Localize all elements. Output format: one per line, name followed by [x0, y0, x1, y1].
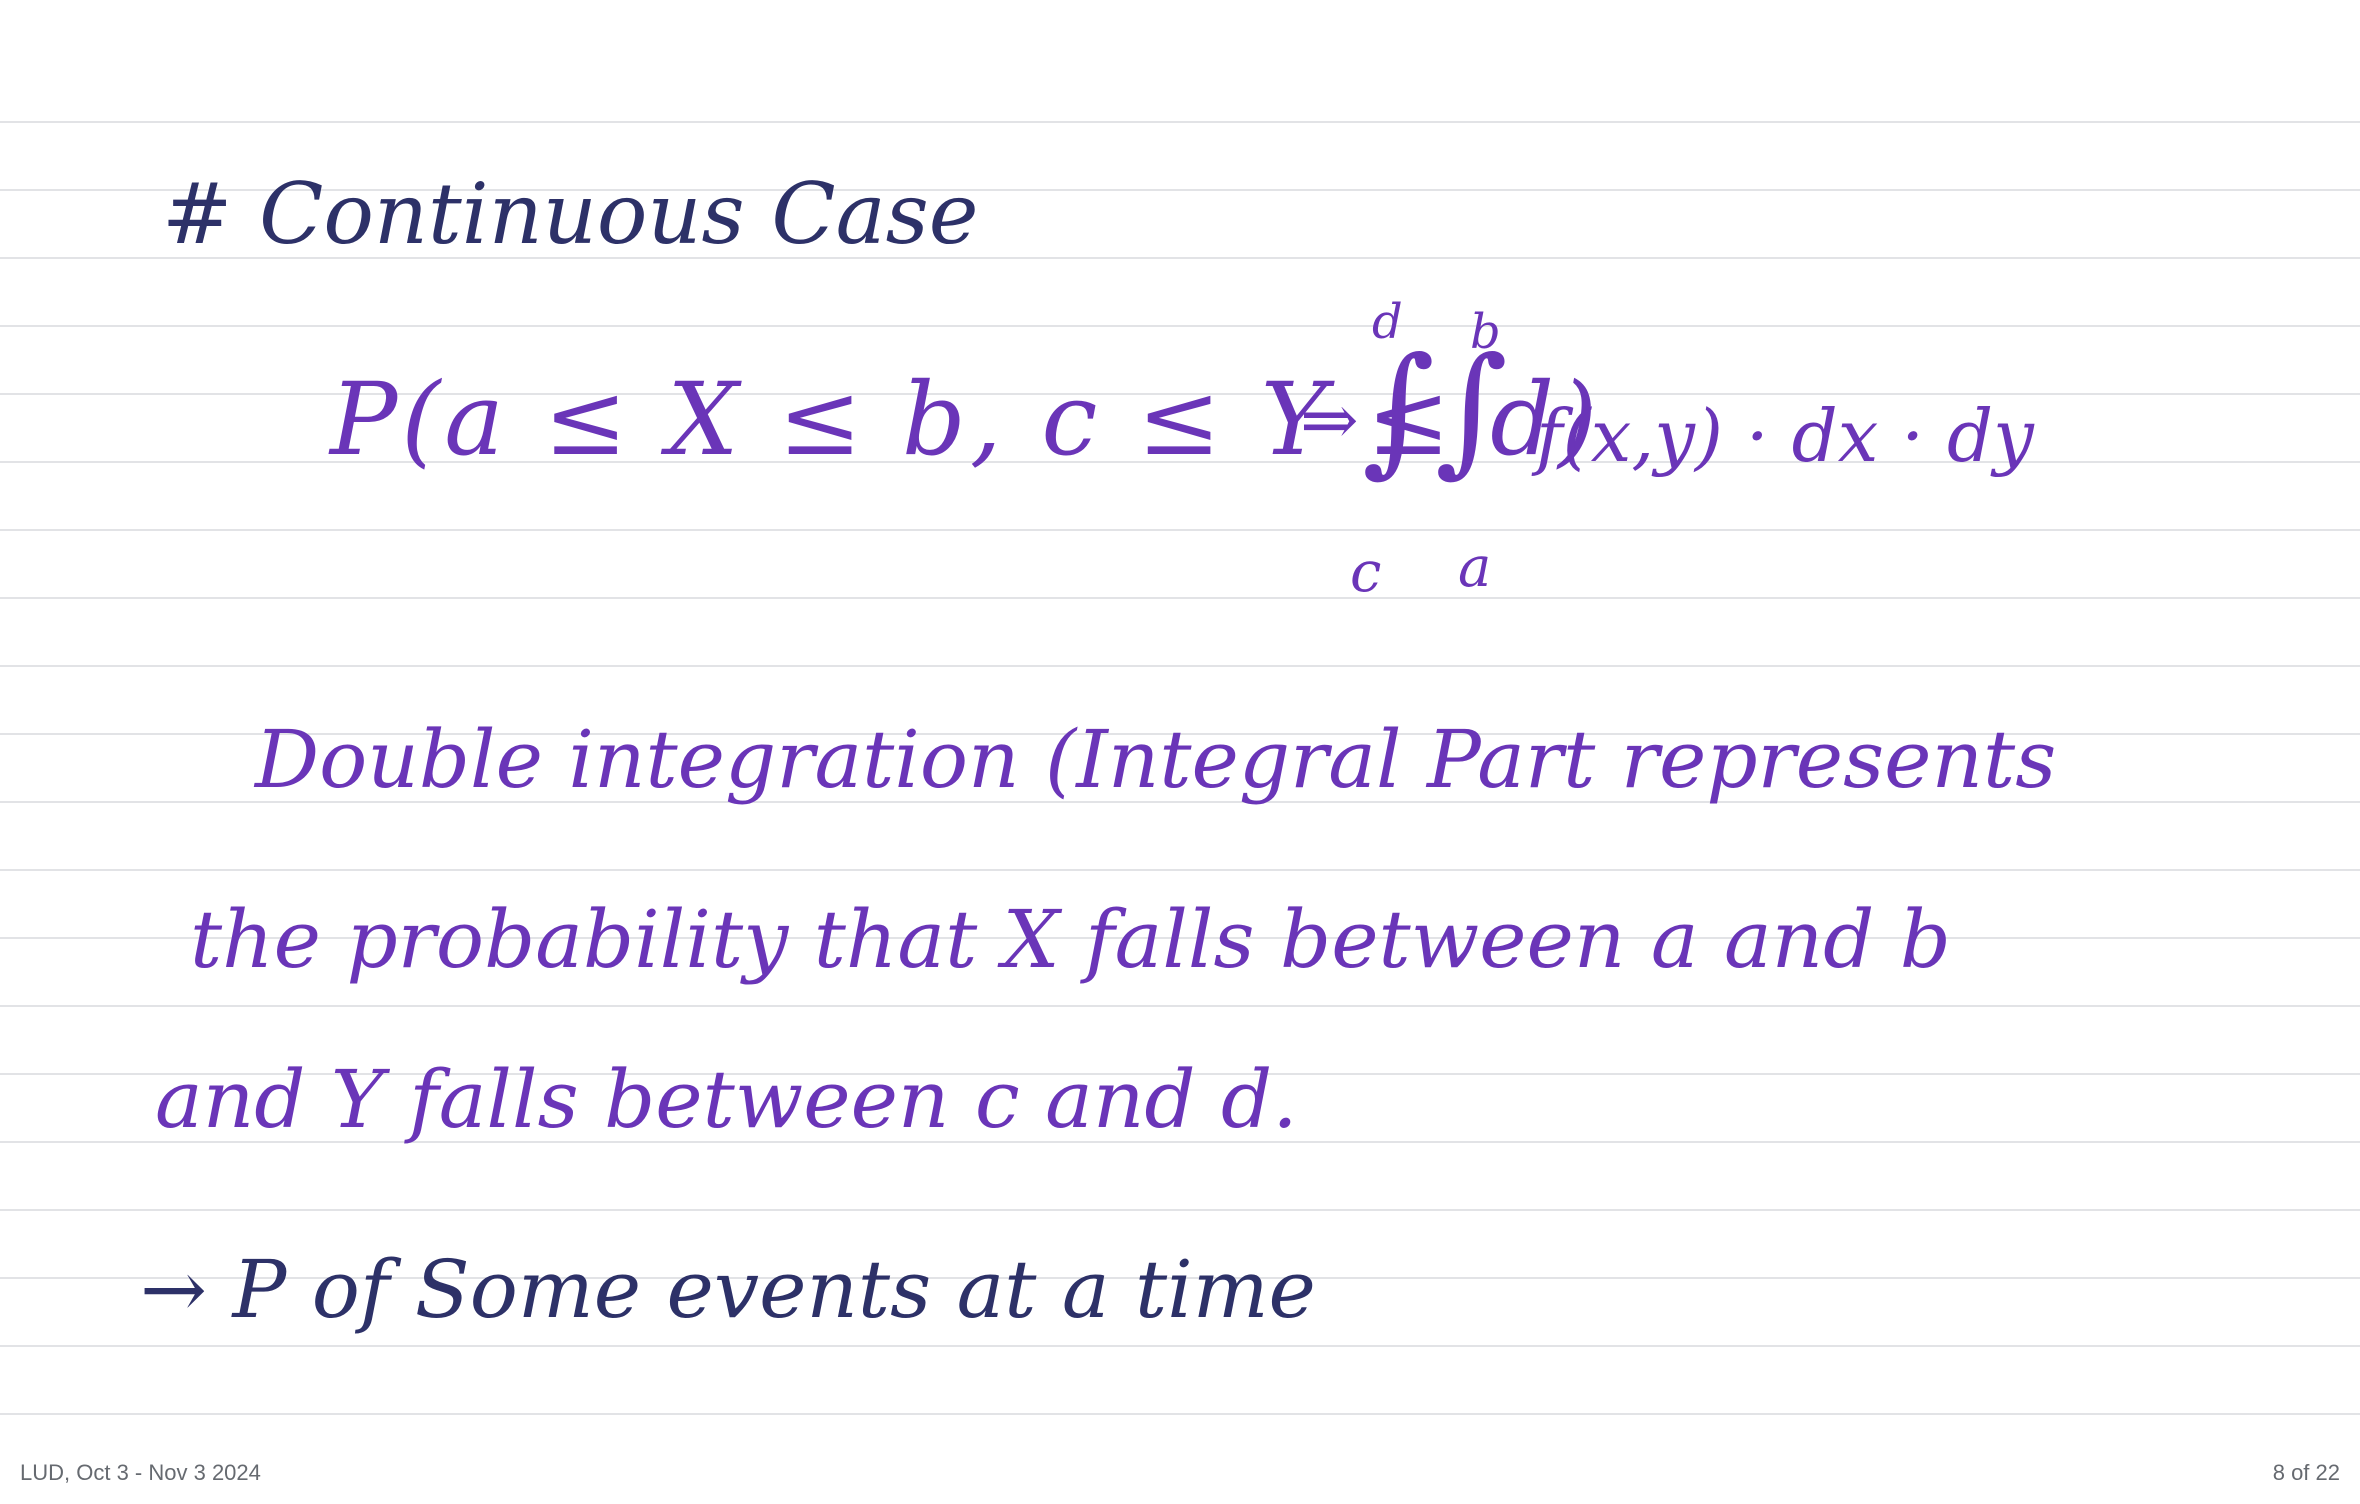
paragraph-line: Double integration (Integral Part repres…	[255, 713, 2057, 806]
formula-integrand: f(x,y) · dx · dy	[1536, 394, 2034, 478]
note-page: # Continuous Case P(a ≤ X ≤ b, c ≤ Y ≤ d…	[0, 0, 2360, 1504]
outer-integral-upper-limit: d	[1372, 294, 1403, 350]
outer-integral-lower-limit: c	[1350, 540, 1382, 605]
note-heading: # Continuous Case	[162, 165, 979, 263]
paragraph-line: the probability that X falls between a a…	[190, 893, 1952, 986]
inner-integral-lower-limit: a	[1458, 535, 1492, 600]
formula-arrow: ⇒	[1300, 379, 1359, 461]
paragraph-line: and Y falls between c and d.	[155, 1053, 1298, 1146]
bullet-line: → P of Some events at a time	[140, 1243, 1316, 1336]
footer-page-count: 8 of 22	[2272, 1460, 2340, 1485]
integral-signs: ∫∫	[1362, 328, 1508, 491]
inner-integral-upper-limit: b	[1470, 304, 1501, 360]
footer-date-range: LUD, Oct 3 - Nov 3 2024	[20, 1460, 261, 1485]
